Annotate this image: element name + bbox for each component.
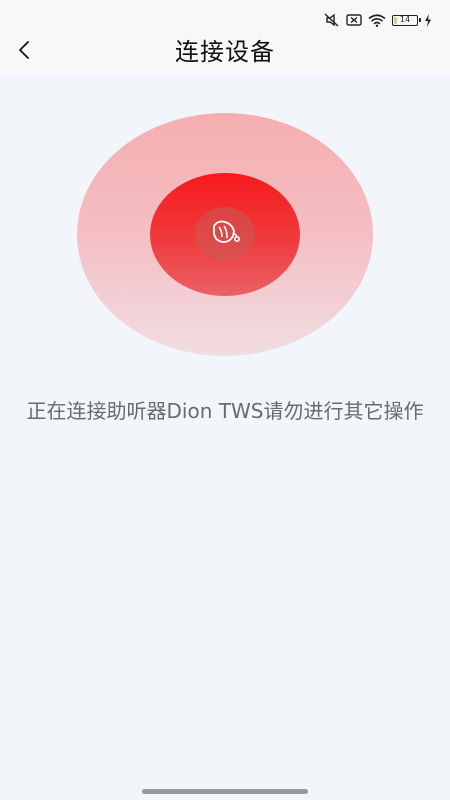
device-badge — [195, 207, 255, 261]
header: 连接设备 — [0, 30, 450, 74]
connecting-pulse — [77, 113, 373, 356]
home-indicator[interactable] — [142, 789, 308, 794]
battery-level: 14 — [399, 15, 411, 24]
back-button[interactable] — [6, 34, 42, 70]
battery-fill — [394, 16, 397, 24]
page-title: 连接设备 — [175, 38, 275, 66]
wifi-icon — [368, 13, 386, 27]
charging-icon — [424, 13, 432, 27]
connecting-message: 正在连接助听器Dion TWS请勿进行其它操作 — [26, 399, 424, 423]
hearing-aid-icon — [208, 218, 242, 250]
chevron-left-icon — [17, 40, 31, 64]
mute-icon — [324, 13, 340, 27]
battery-icon: 14 — [392, 14, 421, 26]
status-bar: 14 — [0, 0, 450, 30]
sim-off-icon — [346, 14, 362, 26]
status-icons: 14 — [324, 12, 432, 28]
